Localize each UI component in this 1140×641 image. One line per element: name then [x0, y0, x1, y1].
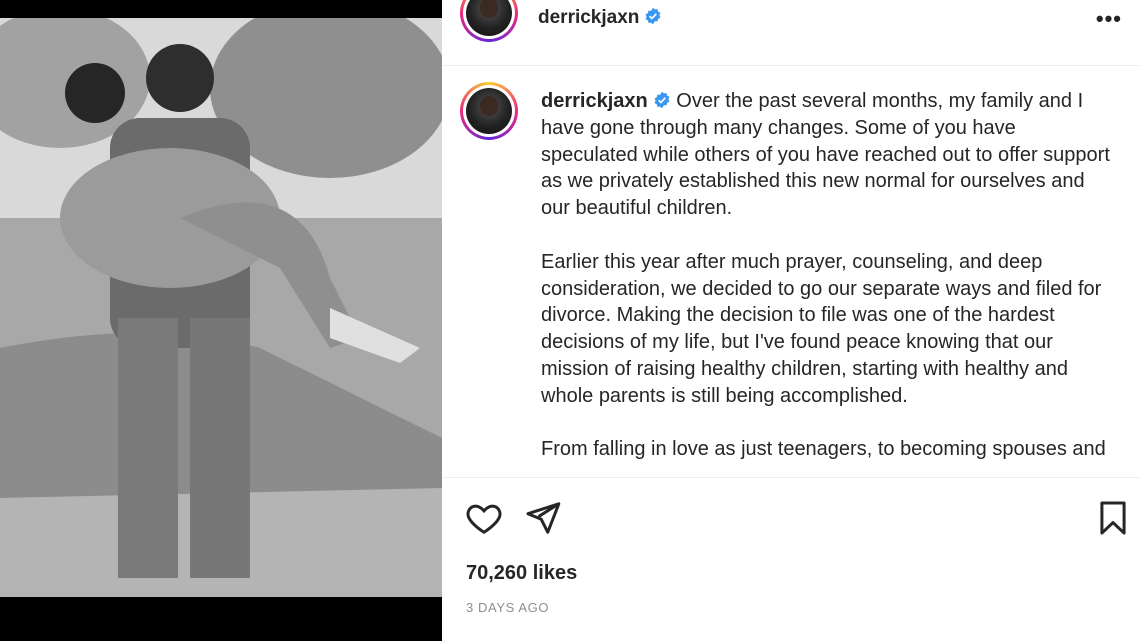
caption-area: derrickjaxn Over the past several months…	[442, 66, 1140, 477]
post-panel: derrickjaxn ••• derrickjaxn Over the pas…	[442, 0, 1140, 641]
verified-badge-icon	[654, 91, 670, 109]
more-options-icon[interactable]: •••	[1096, 6, 1122, 32]
username-text[interactable]: derrickjaxn	[538, 7, 639, 28]
caption-paragraph-1: derrickjaxn Over the past several months…	[541, 88, 1111, 222]
bookmark-icon[interactable]	[1094, 499, 1132, 537]
post-caption: derrickjaxn Over the past several months…	[541, 88, 1111, 477]
post-timestamp[interactable]: 3 DAYS AGO	[466, 600, 549, 615]
caption-username[interactable]: derrickjaxn	[541, 90, 648, 112]
post-photo[interactable]	[0, 18, 442, 597]
send-icon[interactable]	[524, 499, 562, 537]
author-avatar[interactable]	[460, 0, 518, 42]
verified-badge-icon	[645, 7, 661, 25]
caption-paragraph-2: Earlier this year after much prayer, cou…	[541, 250, 1102, 407]
post-header: derrickjaxn •••	[442, 0, 1140, 66]
caption-author-avatar[interactable]	[460, 82, 518, 140]
author-username[interactable]: derrickjaxn	[538, 7, 662, 29]
heart-icon[interactable]	[465, 499, 503, 537]
caption-paragraph-3: From falling in love as just teenagers, …	[541, 438, 1106, 461]
post-actions: 70,260 likes 3 DAYS AGO	[442, 477, 1140, 641]
likes-count[interactable]: 70,260 likes	[466, 562, 577, 585]
post-media-panel	[0, 0, 442, 641]
